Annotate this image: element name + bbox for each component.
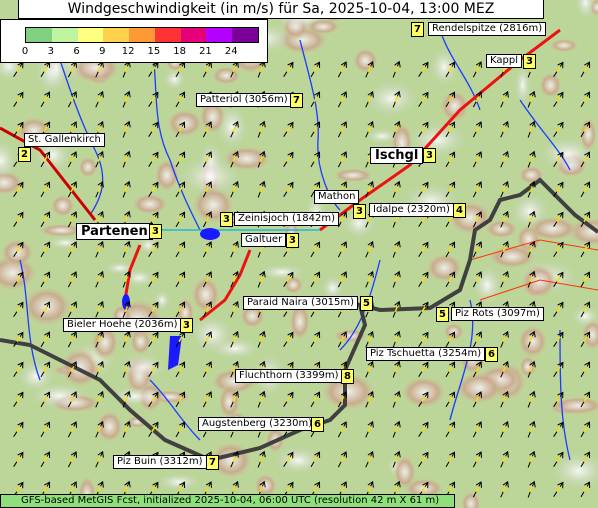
terrain-patch xyxy=(0,237,35,268)
label-partenen: Partenen xyxy=(76,223,153,240)
terrain-patch xyxy=(95,409,124,444)
terrain-patch xyxy=(366,81,417,116)
map-title: Windgeschwindigkeit (in m/s) für Sa, 202… xyxy=(18,0,544,19)
terrain-patch xyxy=(31,383,88,409)
value-rendelspitze: 7 xyxy=(411,22,424,37)
terrain-patch xyxy=(217,383,241,421)
terrain-patch xyxy=(259,264,305,280)
value-kappl: 3 xyxy=(523,54,536,69)
value-piz-buin: 7 xyxy=(206,455,219,470)
legend-tick-label: 3 xyxy=(47,46,54,57)
value-patteriol: 7 xyxy=(290,93,303,108)
value-bieler-hoehe: 3 xyxy=(180,318,193,333)
legend-swatch xyxy=(77,28,104,42)
label-idalpe: Idalpe (2320m) xyxy=(369,203,454,217)
terrain-patch xyxy=(331,167,375,183)
label-paraid-naira: Paraid Naira (3015m) xyxy=(243,296,359,310)
terrain-patch xyxy=(578,115,598,154)
value-partenen: 3 xyxy=(149,224,162,239)
value-piz-rots: 5 xyxy=(436,307,449,322)
label-rendelspitze: Rendelspitze (2816m) xyxy=(428,22,547,36)
terrain-patch xyxy=(516,323,549,360)
value-mathon: 3 xyxy=(353,204,366,219)
terrain-patch xyxy=(157,473,200,491)
legend-tick-label: 6 xyxy=(73,46,80,57)
legend-tick-label: 18 xyxy=(173,46,187,57)
terrain-patch xyxy=(548,38,580,53)
terrain-patch xyxy=(538,71,563,100)
legend-swatch xyxy=(129,28,155,42)
terrain-patch xyxy=(77,155,99,179)
value-fluchthorn: 8 xyxy=(341,369,354,384)
terrain-patch xyxy=(525,215,580,242)
legend-tick-label: 24 xyxy=(224,46,238,57)
terrain-patch xyxy=(130,192,170,216)
label-patteriol: Patteriol (3056m) xyxy=(196,93,292,107)
legend-swatch xyxy=(103,28,130,42)
terrain-patch xyxy=(472,266,502,305)
terrain-patch xyxy=(453,370,505,405)
legend-tick-label: 21 xyxy=(199,46,212,57)
value-augstenberg: 6 xyxy=(311,417,324,432)
terrain-patch xyxy=(424,252,464,284)
terrain-patch xyxy=(430,48,459,86)
legend-colorbar xyxy=(25,27,259,43)
label-augstenberg: Augstenberg (3230m) xyxy=(198,417,317,431)
terrain-patch xyxy=(514,65,531,105)
legend-swatch xyxy=(180,28,207,42)
terrain-patch xyxy=(121,354,166,380)
label-kappl: Kappl xyxy=(486,54,522,68)
terrain-layer xyxy=(0,0,598,508)
label-ischgl: Ischgl xyxy=(370,147,424,164)
label-mathon: Mathon xyxy=(314,190,360,204)
terrain-patch xyxy=(217,106,248,148)
value-st-gallenkirch: 2 xyxy=(18,147,31,162)
legend-tick-label: 15 xyxy=(147,46,161,57)
value-piz-tschuetta: 6 xyxy=(485,347,498,362)
label-piz-tschuetta: Piz Tschuetta (3254m) xyxy=(366,347,486,361)
label-bieler-hoehe: Bieler Hoehe (2036m) xyxy=(63,318,182,332)
wind-map: Windgeschwindigkeit (in m/s) für Sa, 202… xyxy=(0,0,598,508)
label-st-gallenkirch: St. Gallenkirch xyxy=(24,133,105,147)
forecast-footer: GFS-based MetGIS Fcst, initialized 2025-… xyxy=(0,494,455,508)
value-idalpe: 4 xyxy=(453,203,466,218)
terrain-patch xyxy=(220,145,273,173)
label-galtuer: Galtuer xyxy=(241,233,287,247)
label-zeinisjoch: Zeinisjoch (1842m) xyxy=(234,212,340,226)
legend-ticks: 0 3 6 9 12 15 18 21 24 xyxy=(21,46,257,60)
terrain-patch xyxy=(163,68,186,90)
terrain-patch xyxy=(519,263,559,300)
legend-swatch xyxy=(154,28,181,42)
color-legend: 0 3 6 9 12 15 18 21 24 xyxy=(0,19,268,63)
label-piz-buin: Piz Buin (3312m) xyxy=(113,455,207,469)
value-galtuer: 3 xyxy=(286,233,299,248)
legend-swatch xyxy=(26,28,52,42)
terrain-patch xyxy=(351,46,379,75)
legend-tick-label: 12 xyxy=(121,46,135,57)
legend-swatch xyxy=(232,28,259,42)
legend-swatch xyxy=(51,28,78,42)
label-fluchthorn: Fluchthorn (3399m) xyxy=(235,369,343,383)
label-piz-rots: Piz Rots (3097m) xyxy=(451,307,544,321)
terrain-patch xyxy=(191,316,233,353)
terrain-patch xyxy=(153,290,171,310)
terrain-patch xyxy=(442,322,465,342)
terrain-patch xyxy=(399,375,448,410)
legend-swatch xyxy=(206,28,233,42)
value-paraid-naira: 5 xyxy=(360,296,373,311)
legend-tick-label: 0 xyxy=(21,46,29,57)
legend-tick-label: 9 xyxy=(99,46,106,57)
value-zeinisjoch: 3 xyxy=(220,212,233,227)
value-ischgl: 3 xyxy=(423,148,436,163)
